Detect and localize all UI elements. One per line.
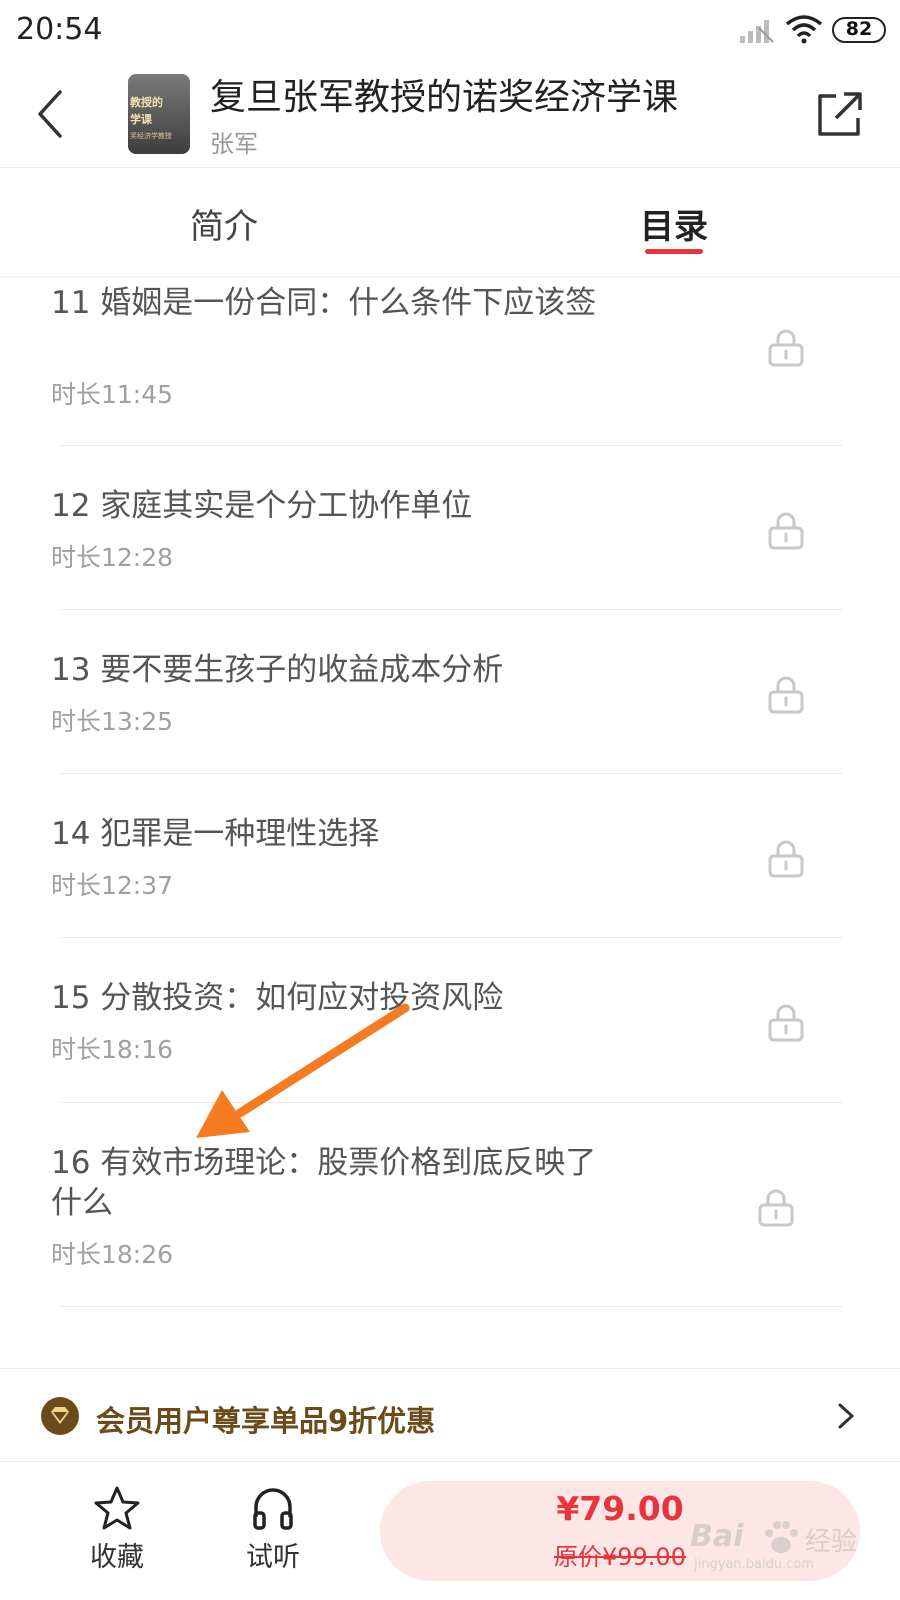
course-title: 复旦张军教授的诺奖经济学课 bbox=[210, 77, 679, 118]
watermark-logo: Bai bbox=[690, 1519, 744, 1554]
episode-item[interactable]: 13 要不要生孩子的收益成本分析 时长13:25 bbox=[0, 650, 900, 772]
status-bar: 20:54 82 bbox=[0, 0, 900, 60]
episode-title: 13 要不要生孩子的收益成本分析 bbox=[51, 652, 504, 688]
status-time: 20:54 bbox=[16, 12, 103, 47]
vip-diamond-icon bbox=[41, 1397, 79, 1435]
cover-text-line: 教授的 bbox=[130, 96, 163, 109]
episode-duration: 时长13:25 bbox=[51, 707, 174, 736]
wifi-icon bbox=[785, 15, 823, 44]
episode-item[interactable]: 15 分散投资：如何应对投资风险 时长18:16 bbox=[0, 978, 900, 1100]
episode-duration: 时长12:28 bbox=[51, 543, 174, 572]
collect-button[interactable]: 收藏 bbox=[72, 1485, 162, 1574]
cover-text-line: 学课 bbox=[130, 113, 152, 126]
chevron-right-icon bbox=[838, 1403, 854, 1429]
lock-icon bbox=[768, 329, 804, 367]
member-discount-text: 会员用户尊享单品9折优惠 bbox=[96, 1404, 436, 1438]
episode-title: 11 婚姻是一份合同：什么条件下应该签 bbox=[51, 285, 597, 321]
episode-duration: 时长18:26 bbox=[51, 1240, 174, 1269]
episode-duration: 时长18:16 bbox=[51, 1035, 174, 1064]
episode-title: 12 家庭其实是个分工协作单位 bbox=[51, 488, 473, 524]
lock-icon bbox=[768, 512, 804, 550]
headphones-icon bbox=[253, 1488, 293, 1530]
episode-title: 15 分散投资：如何应对投资风险 bbox=[51, 980, 504, 1016]
episode-duration: 时长11:45 bbox=[51, 380, 174, 409]
list-divider bbox=[60, 445, 842, 446]
battery-indicator: 82 bbox=[832, 17, 886, 43]
listen-label: 试听 bbox=[246, 1542, 300, 1573]
watermark-brand: 经验 bbox=[805, 1527, 858, 1557]
episode-item[interactable]: 16 有效市场理论：股票价格到底反映了什么 时长18:26 bbox=[0, 1143, 900, 1305]
course-header: 教授的 学课 奖经济学教授 复旦张军教授的诺奖经济学课 张军 bbox=[0, 62, 900, 168]
member-discount-banner[interactable]: 会员用户尊享单品9折优惠 bbox=[0, 1368, 900, 1462]
tab-intro[interactable]: 简介 bbox=[190, 199, 258, 248]
trial-listen-button[interactable]: 试听 bbox=[228, 1485, 318, 1574]
list-divider bbox=[60, 609, 842, 610]
paw-icon bbox=[765, 1521, 798, 1553]
baidu-jingyan-watermark: Bai 经验 jingyan.baidu.com bbox=[690, 1515, 890, 1575]
lock-icon bbox=[758, 1189, 794, 1227]
share-icon[interactable] bbox=[812, 86, 868, 142]
tab-catalog[interactable]: 目录 bbox=[640, 199, 708, 248]
back-button[interactable] bbox=[28, 84, 78, 144]
list-divider bbox=[60, 773, 842, 774]
list-divider bbox=[60, 1102, 842, 1103]
star-icon bbox=[94, 1486, 140, 1530]
watermark-url: jingyan.baidu.com bbox=[694, 1557, 814, 1572]
active-tab-indicator bbox=[645, 249, 703, 254]
episode-duration: 时长12:37 bbox=[51, 871, 174, 900]
list-divider bbox=[60, 937, 842, 938]
course-cover[interactable]: 教授的 学课 奖经济学教授 bbox=[128, 74, 190, 154]
episode-title: 14 犯罪是一种理性选择 bbox=[51, 816, 380, 852]
tab-bar: 简介 目录 bbox=[0, 169, 900, 277]
signal-icon bbox=[740, 20, 774, 43]
list-divider bbox=[60, 1306, 842, 1307]
episode-item[interactable]: 12 家庭其实是个分工协作单位 时长12:28 bbox=[0, 486, 900, 608]
lock-icon bbox=[768, 1004, 804, 1042]
lock-icon bbox=[768, 840, 804, 878]
episode-item[interactable]: 14 犯罪是一种理性选择 时长12:37 bbox=[0, 814, 900, 936]
collect-label: 收藏 bbox=[90, 1542, 144, 1573]
cover-text-line: 奖经济学教授 bbox=[130, 132, 172, 140]
lock-icon bbox=[768, 676, 804, 714]
episode-item[interactable]: 11 婚姻是一份合同：什么条件下应该签 时长11:45 bbox=[0, 283, 900, 445]
episode-title: 16 有效市场理论：股票价格到底反映了什么 bbox=[51, 1145, 597, 1221]
course-author[interactable]: 张军 bbox=[210, 124, 258, 159]
